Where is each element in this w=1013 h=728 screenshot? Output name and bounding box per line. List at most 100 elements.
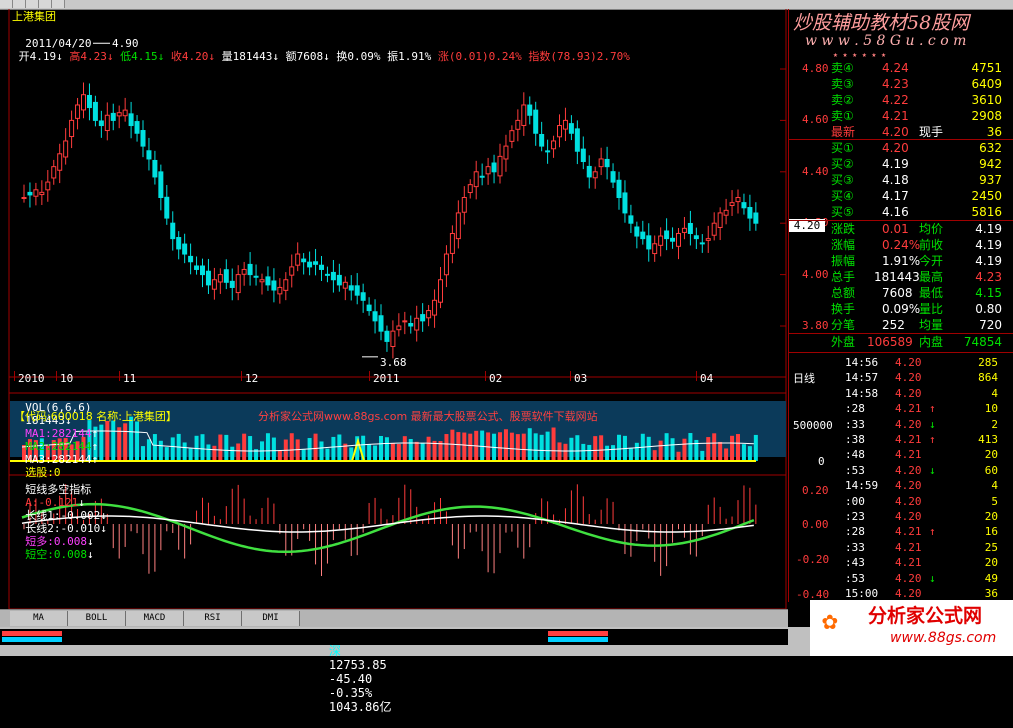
volume-bar	[676, 451, 681, 461]
ticker-text: 深 12753.85 -45.40 -0.35% 1043.86亿	[300, 630, 392, 728]
candle-body	[223, 269, 229, 283]
volume-bar	[605, 445, 610, 461]
header-stat-7: 振1.91%	[380, 50, 432, 63]
quote-divider	[789, 352, 1013, 353]
tick-arrow: ↑	[929, 433, 936, 446]
buy-volume: 5816	[971, 205, 1002, 219]
indicator-lines	[21, 484, 757, 576]
tick-volume: 60	[984, 463, 998, 477]
candle-body	[670, 237, 676, 242]
volume-bar	[141, 446, 145, 461]
volume-bar	[753, 434, 758, 461]
tick-volume: 4	[991, 479, 998, 493]
candle-body	[176, 237, 182, 250]
volume-bar	[319, 441, 324, 461]
tick-row: :00 4.20 5	[789, 494, 1013, 509]
candle-body	[592, 171, 598, 179]
tab-ma[interactable]: MA	[10, 611, 68, 626]
volume-bar	[390, 442, 395, 461]
buy-price: 4.16	[882, 205, 909, 219]
toolbar-button-5[interactable]	[52, 0, 65, 8]
candle-body	[432, 299, 438, 316]
volume-bar	[557, 442, 562, 461]
volume-bar	[164, 447, 169, 461]
volume-bar	[105, 421, 110, 461]
order-buy-row: 买② 4.19 942	[789, 156, 1013, 173]
tick-arrow: ↓	[929, 417, 936, 431]
candle-body	[271, 280, 277, 291]
volume-bar	[503, 429, 508, 461]
volume-bar	[420, 442, 425, 461]
tick-volume: 25	[984, 540, 998, 554]
stat-label-2: 今开	[919, 254, 944, 268]
volume-bar	[206, 444, 211, 461]
candle-body	[562, 119, 568, 130]
volume-bar	[628, 447, 633, 461]
tab-macd[interactable]: MACD	[126, 611, 184, 626]
volume-bar	[444, 434, 449, 461]
candle-body	[57, 153, 63, 171]
low-price-label: 3.68	[380, 356, 407, 369]
candle-body	[390, 330, 396, 347]
candle-body	[182, 243, 188, 255]
stat-label-2: 最低	[919, 286, 944, 300]
indicator-a: A:-0.121	[25, 496, 79, 509]
buy-volume: 937	[979, 173, 1002, 187]
chart-area[interactable]	[0, 9, 788, 609]
volume-bar	[617, 434, 621, 461]
ticker-gauge-left-red	[2, 631, 62, 636]
stat-value-1: 1.91%	[882, 254, 921, 268]
stat-label-1: 涨幅	[831, 238, 856, 252]
toolbar-button-1[interactable]	[0, 0, 13, 8]
candle-body	[449, 232, 455, 254]
tab-rsi[interactable]: RSI	[184, 611, 242, 626]
candle-body	[681, 227, 687, 233]
candle-body	[378, 315, 384, 332]
tick-row: 14:57 4.20 864	[789, 370, 1013, 385]
volume-bar	[426, 436, 431, 461]
volume-ma3: MA3:282144	[25, 453, 92, 466]
toolbar-button-4[interactable]	[39, 0, 52, 8]
tick-time: :23	[845, 510, 865, 523]
tick-price: 4.20	[895, 479, 922, 493]
volume-bar	[402, 436, 407, 461]
volume-bar	[373, 445, 378, 461]
volume-bar	[212, 445, 217, 461]
stat-label-1: 总额	[831, 286, 856, 300]
candle-body	[45, 181, 51, 191]
volume-bar	[575, 435, 580, 461]
buy-price: 4.20	[882, 141, 909, 155]
tab-boll[interactable]: BOLL	[68, 611, 126, 626]
volume-bar	[509, 432, 514, 461]
candle-body	[604, 158, 610, 168]
candle-body	[134, 121, 140, 134]
toolbar-button-3[interactable]	[26, 0, 39, 8]
tick-row: :48 4.21 20	[789, 447, 1013, 462]
candle-body	[610, 171, 616, 183]
buy-label: 买④	[831, 189, 854, 203]
volume-bar	[646, 436, 651, 461]
volume-bar	[384, 437, 389, 461]
volume-bar	[230, 446, 235, 461]
order-buy-row: 买④ 4.17 2450	[789, 188, 1013, 205]
tab-dmi[interactable]: DMI	[242, 611, 300, 626]
sell-label: 卖②	[831, 93, 854, 107]
candle-body	[217, 274, 223, 283]
tick-price: 4.21	[895, 433, 922, 446]
volume-bar	[414, 441, 419, 461]
candle-body	[503, 145, 509, 160]
candle-body	[551, 140, 557, 150]
ticker-index: 12753.85	[328, 658, 387, 672]
index-ticker: 深 12753.85 -45.40 -0.35% 1043.86亿	[0, 629, 788, 714]
toolbar-button-2[interactable]	[13, 0, 26, 8]
date-axis-tick	[696, 371, 697, 381]
short-line	[21, 502, 755, 554]
stock-name: 上港集团	[12, 10, 56, 23]
candle-body	[295, 253, 301, 266]
candle-body	[235, 274, 241, 294]
stat-value-2: 4.23	[975, 270, 1002, 284]
candle-body	[580, 148, 586, 163]
candle-body	[194, 265, 200, 270]
volume-bar	[117, 427, 122, 461]
date-axis-tick	[56, 371, 57, 381]
